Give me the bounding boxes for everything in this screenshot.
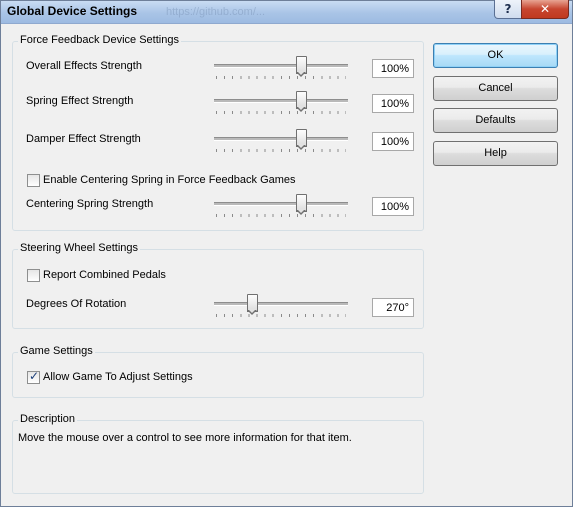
overall-effects-label: Overall Effects Strength bbox=[26, 60, 142, 72]
close-button[interactable]: ✕ bbox=[521, 0, 569, 19]
damper-effect-value[interactable]: 100% bbox=[372, 132, 414, 151]
slider-track bbox=[214, 64, 348, 68]
centering-strength-value[interactable]: 100% bbox=[372, 197, 414, 216]
slider-track bbox=[214, 99, 348, 103]
slider-track bbox=[214, 302, 348, 306]
slider-thumb[interactable] bbox=[247, 294, 259, 315]
slider-track bbox=[214, 137, 348, 141]
spring-effect-slider[interactable] bbox=[214, 91, 348, 115]
overall-effects-slider[interactable] bbox=[214, 56, 348, 80]
damper-effect-label: Damper Effect Strength bbox=[26, 133, 141, 145]
degrees-rotation-slider[interactable] bbox=[214, 294, 348, 318]
slider-ticks bbox=[216, 214, 346, 217]
global-device-settings-window: Global Device Settings https://github.co… bbox=[0, 0, 573, 507]
slider-ticks bbox=[216, 314, 346, 317]
game-settings-group-label: Game Settings bbox=[18, 345, 95, 357]
slider-thumb[interactable] bbox=[295, 91, 307, 112]
degrees-rotation-label: Degrees Of Rotation bbox=[26, 298, 127, 310]
help-button[interactable]: Help bbox=[433, 141, 558, 166]
slider-thumb[interactable] bbox=[295, 56, 307, 77]
cancel-button[interactable]: Cancel bbox=[433, 76, 558, 101]
force-feedback-group-label: Force Feedback Device Settings bbox=[18, 34, 181, 46]
enable-centering-label[interactable]: Enable Centering Spring in Force Feedbac… bbox=[43, 174, 296, 186]
slider-thumb[interactable] bbox=[295, 194, 307, 215]
degrees-rotation-value[interactable]: 270° bbox=[372, 298, 414, 317]
window-title: Global Device Settings bbox=[7, 4, 138, 18]
allow-game-adjust-checkbox[interactable] bbox=[27, 369, 40, 384]
slider-track bbox=[214, 202, 348, 206]
centering-strength-label: Centering Spring Strength bbox=[26, 198, 154, 210]
slider-ticks bbox=[216, 76, 346, 79]
spring-effect-value[interactable]: 100% bbox=[372, 94, 414, 113]
title-bar[interactable]: Global Device Settings https://github.co… bbox=[1, 0, 572, 24]
defaults-button[interactable]: Defaults bbox=[433, 108, 558, 133]
description-text: Move the mouse over a control to see mor… bbox=[18, 432, 352, 444]
damper-effect-slider[interactable] bbox=[214, 129, 348, 153]
centering-strength-slider[interactable] bbox=[214, 194, 348, 218]
slider-ticks bbox=[216, 149, 346, 152]
overall-effects-value[interactable]: 100% bbox=[372, 59, 414, 78]
help-question-button[interactable]: ? bbox=[494, 0, 522, 19]
allow-game-adjust-label[interactable]: Allow Game To Adjust Settings bbox=[43, 371, 193, 383]
enable-centering-checkbox[interactable] bbox=[27, 174, 40, 187]
slider-thumb[interactable] bbox=[295, 129, 307, 150]
report-combined-pedals-label[interactable]: Report Combined Pedals bbox=[43, 269, 166, 281]
description-group-label: Description bbox=[18, 413, 78, 425]
slider-ticks bbox=[216, 111, 346, 114]
title-watermark: https://github.com/... bbox=[166, 6, 266, 18]
report-combined-pedals-checkbox[interactable] bbox=[27, 269, 40, 282]
spring-effect-label: Spring Effect Strength bbox=[26, 95, 134, 107]
ok-button[interactable]: OK bbox=[433, 43, 558, 68]
steering-wheel-group-label: Steering Wheel Settings bbox=[18, 242, 141, 254]
